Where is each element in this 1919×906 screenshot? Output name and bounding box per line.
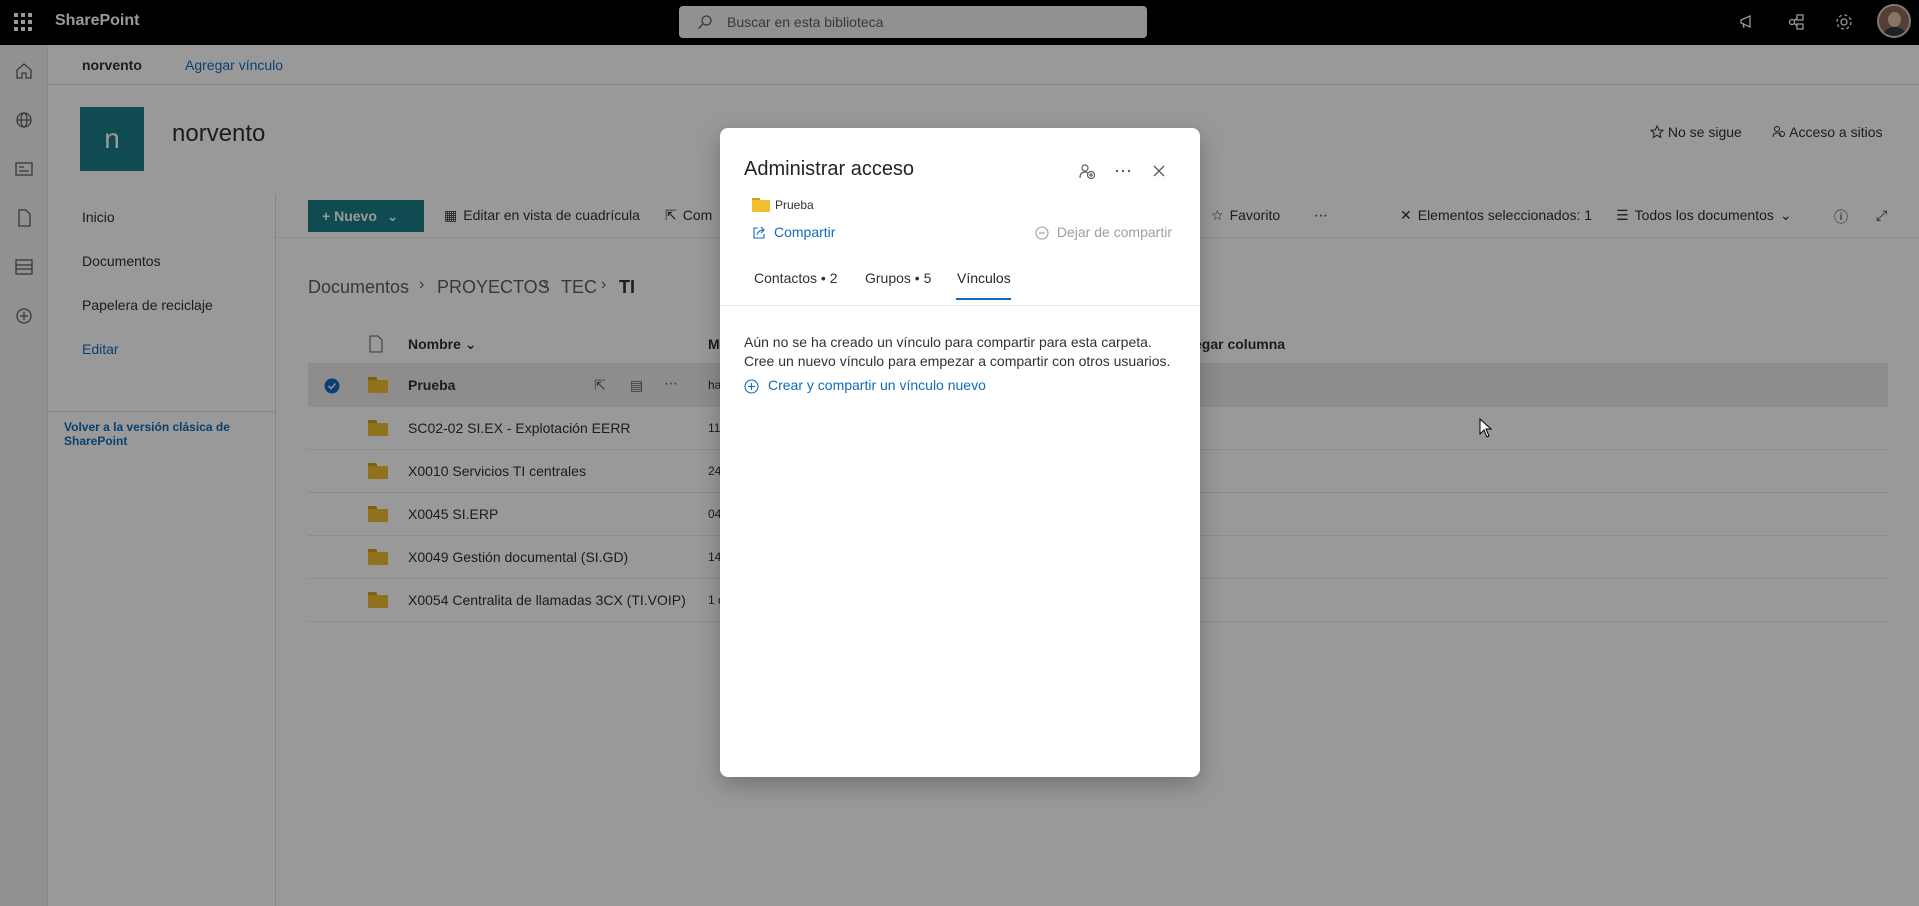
add-user-icon[interactable]	[1078, 162, 1096, 180]
tab-divider	[720, 305, 1200, 306]
tab-grupos[interactable]: Grupos • 5	[865, 270, 931, 286]
close-icon[interactable]	[1150, 162, 1168, 180]
no-links-message: Aún no se ha creado un vínculo para comp…	[744, 333, 1184, 371]
message-line-2: Cree un nuevo vínculo para empezar a com…	[744, 353, 1171, 369]
mouse-cursor-icon	[1479, 418, 1493, 438]
tab-vinculos[interactable]: Vínculos	[957, 270, 1011, 286]
dialog-title: Administrar acceso	[744, 158, 915, 180]
stop-sharing-icon	[1035, 226, 1049, 240]
folder-icon	[752, 198, 770, 212]
stop-sharing-label: Dejar de compartir	[1056, 224, 1172, 240]
item-name: Prueba	[775, 198, 814, 212]
share-label: Compartir	[774, 224, 836, 240]
tab-contactos[interactable]: Contactos • 2	[754, 270, 838, 286]
create-share-link-button[interactable]: Crear y compartir un vínculo nuevo	[744, 377, 986, 394]
manage-access-dialog: Administrar acceso Prueba Compartir Deja…	[720, 128, 1200, 777]
stop-sharing-button[interactable]: Dejar de compartir	[1035, 224, 1172, 240]
share-button[interactable]: Compartir	[752, 224, 835, 240]
active-tab-indicator	[956, 298, 1011, 300]
create-link-label: Crear y compartir un vínculo nuevo	[768, 377, 986, 393]
more-options-icon[interactable]	[1114, 162, 1132, 180]
message-line-1: Aún no se ha creado un vínculo para comp…	[744, 334, 1152, 350]
share-icon	[753, 226, 765, 239]
add-circle-icon	[744, 379, 759, 394]
